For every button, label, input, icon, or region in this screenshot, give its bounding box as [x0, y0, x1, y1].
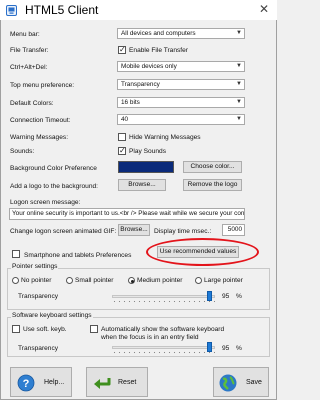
file-transfer-checkbox[interactable] [118, 45, 126, 54]
radio-medium-pointer[interactable] [128, 277, 135, 284]
hide-warnings-checkbox[interactable] [118, 133, 126, 141]
save-globe-icon [219, 374, 237, 392]
reset-button[interactable]: Reset [86, 367, 148, 397]
ctrl-alt-del-label: Ctrl+Alt+Del: [10, 64, 48, 71]
pointer-transparency-unit: % [236, 293, 242, 300]
reset-arrow-icon [94, 378, 111, 389]
hide-warnings-checkbox-label: Hide Warning Messages [129, 134, 201, 141]
chevron-down-icon: ▼ [236, 116, 242, 122]
radio-small-pointer-label: Small pointer [75, 277, 114, 284]
keyboard-transparency-thumb[interactable] [206, 342, 212, 352]
remove-logo-button[interactable]: Remove the logo [183, 179, 242, 191]
help-button-label: Help... [44, 379, 65, 386]
chevron-down-icon: ▼ [236, 99, 242, 105]
auto-show-keyboard-checkbox[interactable] [90, 325, 98, 333]
smartphone-checkbox[interactable] [12, 250, 20, 258]
pointer-settings-group [7, 268, 270, 310]
sounds-label: Sounds: [10, 148, 35, 155]
keyboard-transparency-unit: % [236, 345, 242, 352]
keyboard-transparency-label: Transparency [18, 345, 59, 352]
play-sounds-checkbox-label: Play Sounds [129, 148, 167, 155]
file-transfer-checkbox-label: Enable File Transfer [129, 47, 189, 54]
keyboard-transparency-slider[interactable] [112, 346, 215, 349]
pointer-transparency-slider[interactable] [112, 295, 215, 298]
save-button-label: Save [246, 379, 262, 386]
save-button[interactable]: Save [213, 367, 269, 397]
window-title: HTML5 Client [25, 3, 99, 17]
menu-bar-value: All devices and computers [121, 30, 196, 37]
reset-button-label: Reset [118, 379, 137, 386]
pointer-transparency-thumb[interactable] [206, 291, 212, 301]
soft-keyb-label: Use soft. keyb. [23, 326, 67, 333]
keyboard-settings-title: Software keyboard settings [11, 312, 93, 320]
chevron-down-icon: ▼ [236, 63, 242, 69]
default-colors-value: 16 bits [121, 99, 140, 106]
logo-background-label: Add a logo to the background: [10, 183, 98, 190]
pointer-transparency-value: 95 [222, 293, 230, 300]
close-icon[interactable]: ✕ [255, 2, 273, 17]
file-transfer-label: File Transfer: [10, 47, 49, 54]
menu-bar-select[interactable]: All devices and computers ▼ [117, 28, 245, 39]
keyboard-transparency-value: 95 [222, 345, 230, 352]
radio-small-pointer[interactable] [66, 277, 73, 284]
background-color-swatch[interactable] [118, 161, 174, 173]
default-colors-label: Default Colors: [10, 100, 54, 107]
logon-message-input[interactable]: Your online security is important to us.… [9, 208, 245, 220]
auto-show-keyboard-label-line2: when the focus is in an entry field [101, 334, 199, 341]
ctrl-alt-del-value: Mobile devices only [121, 63, 177, 70]
ctrl-alt-del-select[interactable]: Mobile devices only ▼ [117, 61, 245, 72]
help-button[interactable]: ? Help... [10, 367, 72, 397]
smartphone-label: Smartphone and tablets Preferences [24, 252, 132, 259]
warning-messages-label: Warning Messages: [10, 134, 69, 141]
pointer-settings-title: Pointer settings [11, 263, 59, 271]
pointer-transparency-label: Transparency [18, 293, 59, 300]
radio-no-pointer[interactable] [12, 277, 19, 284]
radio-large-pointer-label: Large pointer [204, 277, 243, 284]
connection-timeout-select[interactable]: 40 ▼ [117, 114, 245, 125]
logon-gif-label: Change logon screen animated GIF: [10, 228, 117, 235]
connection-timeout-value: 40 [121, 116, 129, 123]
chevron-down-icon: ▼ [236, 81, 242, 87]
top-menu-pref-select[interactable]: Transparency ▼ [117, 79, 245, 90]
display-time-label: Display time msec.: [154, 228, 212, 235]
pointer-transparency-ticks [112, 300, 215, 303]
choose-color-button[interactable]: Choose color... [183, 161, 242, 173]
radio-medium-pointer-label: Medium pointer [137, 277, 183, 284]
keyboard-transparency-ticks [112, 351, 215, 354]
logon-gif-browse-button[interactable]: Browse... [118, 224, 150, 236]
help-icon: ? [17, 374, 35, 392]
top-menu-pref-value: Transparency [121, 81, 160, 88]
background-color-label: Background Color Preference [10, 165, 97, 172]
svg-text:?: ? [23, 378, 30, 390]
chevron-down-icon: ▼ [236, 30, 242, 36]
annotation-circle [146, 238, 259, 266]
radio-large-pointer[interactable] [195, 277, 202, 284]
radio-no-pointer-label: No pointer [21, 277, 52, 284]
menu-bar-label: Menu bar: [10, 31, 40, 38]
connection-timeout-label: Connection Timeout: [10, 117, 71, 124]
soft-keyb-checkbox[interactable] [12, 325, 20, 333]
top-menu-pref-label: Top menu preference: [10, 82, 75, 89]
app-icon [6, 5, 17, 16]
logon-message-label: Logon screen message: [10, 199, 81, 206]
display-time-input[interactable]: 5000 [222, 224, 245, 236]
play-sounds-checkbox[interactable] [118, 146, 126, 155]
default-colors-select[interactable]: 16 bits ▼ [117, 97, 245, 108]
logo-browse-button[interactable]: Browse... [118, 179, 166, 191]
